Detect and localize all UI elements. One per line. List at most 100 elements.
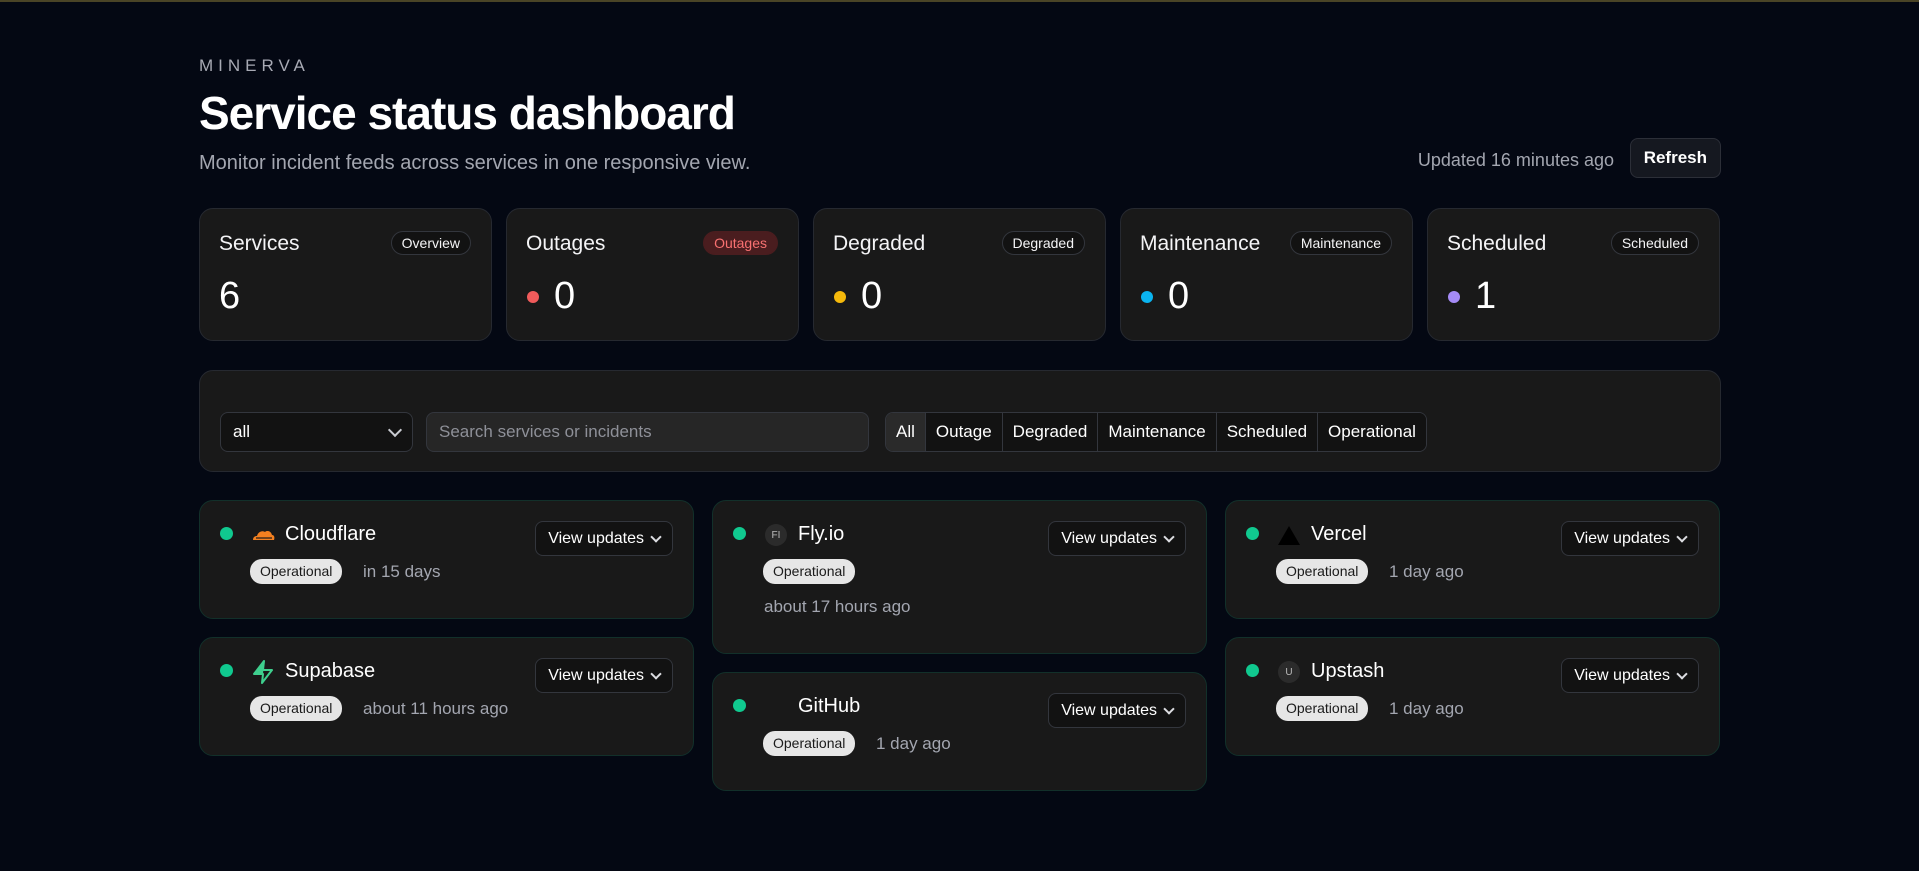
vercel-icon (1277, 523, 1301, 547)
service-card-upstash: U Upstash View updates Operational 1 day… (1225, 637, 1720, 756)
search-input[interactable] (426, 412, 869, 452)
view-updates-label: View updates (548, 666, 644, 684)
status-dot (1246, 664, 1259, 677)
view-updates-label: View updates (1574, 529, 1670, 547)
status-badge: Operational (763, 559, 856, 584)
scheduled-count: 1 (1475, 275, 1497, 317)
flyio-logo-text: FI (765, 524, 787, 546)
view-updates-button[interactable]: View updates (1048, 521, 1186, 556)
page-title: Service status dashboard (199, 87, 736, 139)
status-badge: Operational (250, 559, 343, 584)
view-updates-label: View updates (1061, 701, 1157, 719)
chevron-down-icon (1676, 668, 1688, 680)
stat-card-services: Services Overview 6 (199, 208, 492, 341)
chevron-down-icon (1163, 703, 1175, 715)
status-filter-tabs: All Outage Degraded Maintenance Schedule… (885, 412, 1427, 452)
service-name: Fly.io (798, 523, 845, 545)
stat-label: Outages (526, 232, 606, 255)
view-updates-label: View updates (1574, 666, 1670, 684)
outage-dot (527, 290, 539, 303)
category-select[interactable]: all (220, 412, 413, 452)
services-count: 6 (219, 275, 241, 317)
service-name: Vercel (1311, 523, 1367, 545)
service-name: Cloudflare (285, 523, 377, 545)
service-card-github: GitHub View updates Operational 1 day ag… (712, 672, 1207, 791)
view-updates-button[interactable]: View updates (1561, 658, 1699, 693)
filter-tab-maintenance[interactable]: Maintenance (1098, 413, 1217, 451)
update-time: about 11 hours ago (363, 699, 509, 718)
filter-tab-outage[interactable]: Outage (925, 413, 1003, 451)
chevron-down-icon (650, 668, 662, 680)
service-name: Supabase (285, 660, 376, 682)
status-dot (220, 527, 233, 540)
update-time: in 15 days (363, 562, 441, 581)
update-time: 1 day ago (1389, 699, 1464, 718)
cloudflare-icon (251, 523, 275, 547)
filter-tab-degraded[interactable]: Degraded (1002, 413, 1099, 451)
stat-value: 6 (219, 275, 240, 318)
outages-badge: Outages (703, 231, 778, 255)
status-badge: Operational (1276, 559, 1369, 584)
status-badge: Operational (1276, 696, 1369, 721)
service-name: GitHub (798, 695, 861, 717)
chevron-down-icon (650, 531, 662, 543)
service-card-vercel: Vercel View updates Operational 1 day ag… (1225, 500, 1720, 619)
service-card-flyio: FI Fly.io View updates Operational about… (712, 500, 1207, 654)
stat-label: Maintenance (1140, 232, 1261, 255)
upstash-logo-text: U (1278, 661, 1300, 683)
degraded-dot (834, 290, 846, 303)
scheduled-badge: Scheduled (1610, 231, 1699, 255)
last-updated-text: Updated 16 minutes ago (1417, 150, 1614, 170)
stat-value: 0 (834, 275, 882, 318)
status-dot (733, 699, 746, 712)
flyio-icon: FI (764, 523, 788, 547)
filter-tab-operational[interactable]: Operational (1318, 413, 1426, 451)
select-value: all (233, 422, 251, 441)
maintenance-count: 0 (1168, 275, 1190, 317)
view-updates-button[interactable]: View updates (1561, 521, 1699, 556)
brand-label: MINERVA (199, 56, 310, 75)
overview-badge: Overview (390, 231, 471, 255)
stat-value: 0 (1141, 275, 1189, 318)
maintenance-badge: Maintenance (1289, 231, 1392, 255)
stat-value: 1 (1448, 275, 1496, 318)
view-updates-label: View updates (548, 529, 644, 547)
stats-row: Services Overview 6 Outages Outages 0 De… (199, 208, 1720, 341)
status-dot (1246, 527, 1259, 540)
view-updates-button[interactable]: View updates (1048, 693, 1186, 728)
status-badge: Operational (763, 731, 856, 756)
page-subtitle: Monitor incident feeds across services i… (199, 152, 751, 174)
scheduled-dot (1448, 290, 1460, 303)
outages-count: 0 (554, 275, 576, 317)
view-updates-label: View updates (1061, 529, 1157, 547)
supabase-icon (251, 660, 275, 684)
stat-label: Scheduled (1447, 232, 1547, 255)
maintenance-dot (1141, 290, 1153, 303)
service-name: Upstash (1311, 660, 1385, 682)
stat-card-maintenance: Maintenance Maintenance 0 (1120, 208, 1413, 341)
service-card-supabase: Supabase View updates Operational about … (199, 637, 694, 756)
vercel-triangle (1278, 525, 1300, 545)
view-updates-button[interactable]: View updates (535, 521, 673, 556)
update-time: about 17 hours ago (764, 597, 911, 616)
upstash-icon: U (1277, 660, 1301, 684)
filter-panel: all All Outage Degraded Maintenance Sche… (199, 370, 1721, 472)
status-dot (733, 527, 746, 540)
filter-tab-scheduled[interactable]: Scheduled (1216, 413, 1319, 451)
view-updates-button[interactable]: View updates (535, 658, 673, 693)
update-time: 1 day ago (1389, 562, 1464, 581)
stat-card-outages: Outages Outages 0 (506, 208, 799, 341)
filter-tab-all[interactable]: All (886, 413, 926, 451)
stat-card-degraded: Degraded Degraded 0 (813, 208, 1106, 341)
stat-label: Degraded (833, 232, 926, 255)
stat-value: 0 (527, 275, 575, 318)
chevron-down-icon (1676, 531, 1688, 543)
chevron-down-icon (1163, 531, 1175, 543)
update-time: 1 day ago (876, 734, 951, 753)
service-card-cloudflare: Cloudflare View updates Operational in 1… (199, 500, 694, 619)
stat-label: Services (219, 232, 300, 255)
degraded-count: 0 (861, 275, 883, 317)
github-icon (764, 695, 788, 719)
stat-card-scheduled: Scheduled Scheduled 1 (1427, 208, 1720, 341)
refresh-button[interactable]: Refresh (1629, 138, 1721, 178)
